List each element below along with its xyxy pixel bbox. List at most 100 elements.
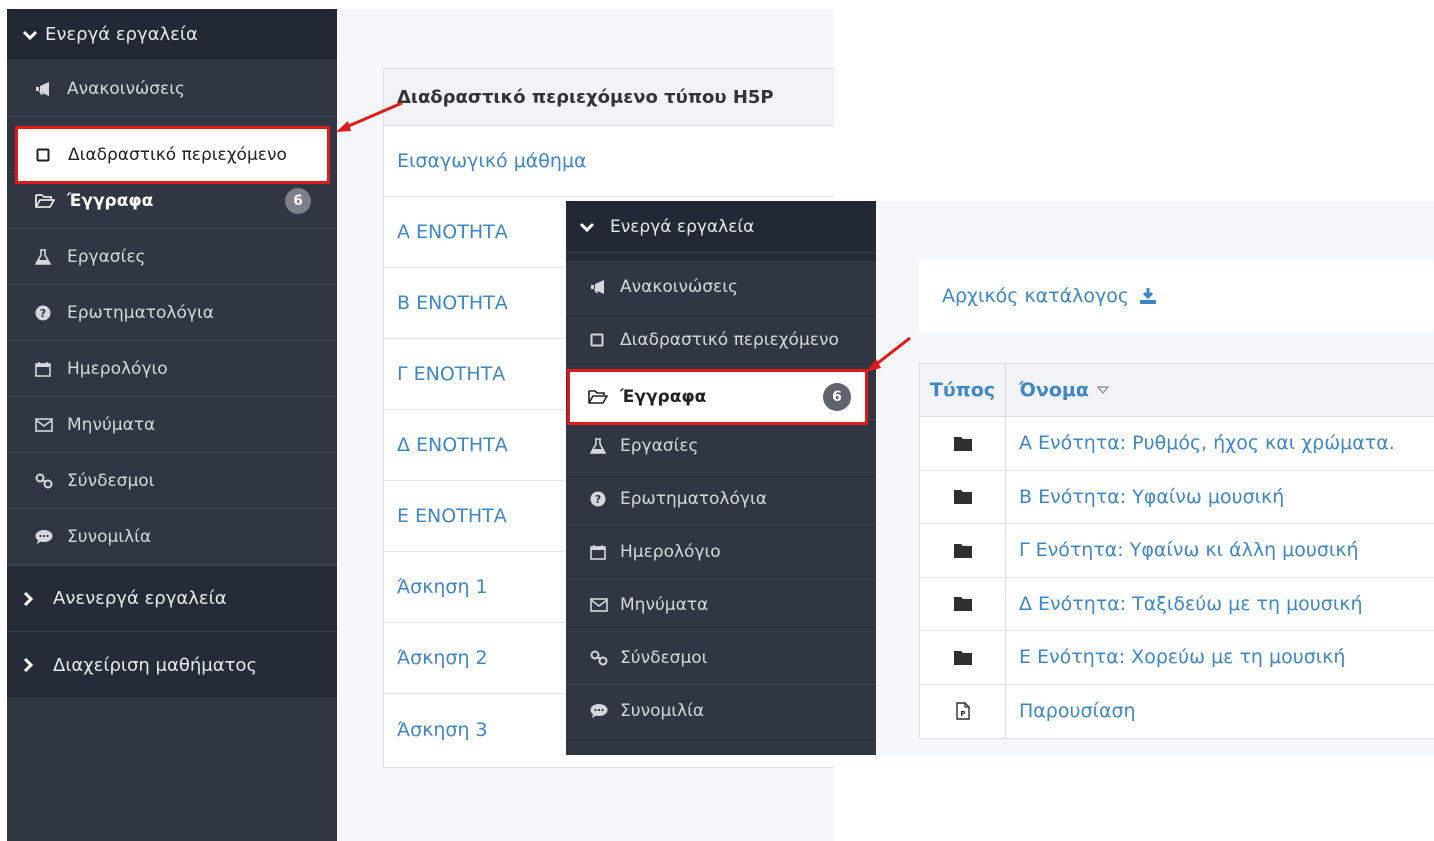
sidebar-item-label: Συνομιλία [67, 526, 152, 547]
h5p-table-header: Διαδραστικό περιεχόμενο τύπου H5P [384, 69, 834, 126]
documents-table: Τύπος Όνομα Α Ενότητα: Ρυθμός, ήχος και … [919, 363, 1434, 739]
folder-icon [920, 577, 1006, 630]
chevron-right-icon [23, 591, 53, 606]
sidebar-item-label: Μηνύματα [620, 595, 709, 615]
sidebar-item-interactive-content[interactable]: Διαδραστικό περιεχόμενο [15, 126, 330, 184]
sidebar-item-questionnaires[interactable]: ? Ερωτηματολόγια [7, 285, 337, 341]
document-name[interactable]: Α Ενότητα: Ρυθμός, ήχος και χρώματα. [1006, 417, 1434, 470]
sidebar-item-label: Ερωτηματολόγια [67, 302, 214, 323]
bullhorn-icon [590, 280, 620, 294]
svg-text:?: ? [40, 307, 46, 320]
document-row[interactable]: P Παρουσίαση [920, 684, 1434, 739]
sidebar-item-label: Ερωτηματολόγια [620, 489, 767, 509]
sidebar-item-chat[interactable]: Συνομιλία [7, 509, 337, 565]
sidebar-item-label: Ανακοινώσεις [620, 277, 738, 297]
sidebar-item-label: Συνομιλία [620, 701, 705, 721]
flask-icon [590, 438, 620, 454]
question-circle-icon: ? [35, 305, 67, 321]
sidebar-item-label: Ημερολόγιο [620, 542, 721, 562]
course-admin-label: Διαχείριση μαθήματος [53, 654, 258, 676]
active-tools-label: Ενεργά εργαλεία [45, 24, 198, 45]
svg-text:P: P [960, 710, 965, 718]
sidebar-item-calendar[interactable]: Ημερολόγιο [566, 526, 876, 579]
sidebar-item-label: Σύνδεσμοι [67, 470, 155, 491]
question-circle-icon: ? [590, 491, 620, 507]
sidebar-item-label: Διαδραστικό περιεχόμενο [620, 330, 839, 350]
annotation-arrow-1 [336, 101, 403, 132]
sidebar-item-label: Μηνύματα [67, 414, 156, 435]
envelope-icon [590, 598, 620, 612]
screenshot-root: Ενεργά εργαλεία Ανακοινώσεις Έγγραφα 6 Ε… [0, 0, 1434, 841]
sidebar-item-label: Διαδραστικό περιεχόμενο [68, 145, 287, 165]
document-name[interactable]: Ε Ενότητα: Χορεύω με τη μουσική [1006, 631, 1434, 684]
sidebar-item-chat[interactable]: Συνομιλία [566, 685, 876, 738]
comment-icon [35, 529, 67, 545]
col-name-label: Όνομα [1019, 379, 1089, 401]
chevron-down-icon [23, 30, 45, 40]
documents-table-header: Τύπος Όνομα [920, 364, 1434, 417]
sidebar-item-interactive-content[interactable]: Διαδραστικό περιεχόμενο [566, 314, 876, 367]
document-row[interactable]: Δ Ενότητα: Ταξιδεύω με τη μουσική [920, 577, 1434, 631]
sidebar-item-assignments[interactable]: Εργασίες [7, 229, 337, 285]
powerpoint-file-icon: P [920, 684, 1006, 738]
folder-open-icon [35, 193, 67, 208]
course-admin-section[interactable]: Διαχείριση μαθήματος [7, 632, 337, 699]
documents-count-badge: 6 [285, 187, 311, 214]
documents-count-badge: 6 [823, 383, 851, 411]
folder-open-icon [588, 390, 620, 404]
link-icon [590, 650, 620, 666]
document-row[interactable]: Ε Ενότητα: Χορεύω με τη μουσική [920, 631, 1434, 685]
annotation-arrow-2 [866, 336, 911, 372]
inactive-tools-section[interactable]: Ανενεργά εργαλεία [7, 565, 337, 632]
sidebar-item-label: Σύνδεσμοι [620, 648, 708, 668]
square-icon [36, 148, 68, 162]
sidebar-item-questionnaires[interactable]: ? Ερωτηματολόγια [566, 473, 876, 526]
sidebar-item-label: Έγγραφα [67, 190, 154, 211]
sidebar-item-label: Ημερολόγιο [67, 358, 168, 379]
envelope-icon [35, 417, 67, 432]
document-row[interactable]: Β Ενότητα: Υφαίνω μουσική [920, 470, 1434, 524]
sidebar-item-announcements[interactable]: Ανακοινώσεις [566, 261, 876, 314]
active-tools-header[interactable]: Ενεργά εργαλεία [7, 9, 337, 61]
sidebar-item-messages[interactable]: Μηνύματα [566, 579, 876, 632]
folder-icon [920, 524, 1006, 577]
download-icon[interactable] [1139, 287, 1157, 305]
sidebar-zoomed: Ενεργά εργαλεία Ανακοινώσεις Διαδραστικό… [566, 201, 876, 755]
folder-icon [920, 470, 1006, 523]
header-spacer [566, 253, 876, 261]
sidebar-item-links[interactable]: Σύνδεσμοι [566, 632, 876, 685]
bullhorn-icon [35, 81, 67, 96]
sidebar-item-messages[interactable]: Μηνύματα [7, 397, 337, 453]
sidebar-item-label: Ανακοινώσεις [67, 78, 185, 99]
chevron-down-icon [580, 222, 610, 232]
calendar-icon [35, 361, 67, 377]
active-tools-header[interactable]: Ενεργά εργαλεία [566, 201, 876, 253]
svg-text:?: ? [595, 493, 601, 506]
document-name[interactable]: Β Ενότητα: Υφαίνω μουσική [1006, 471, 1434, 524]
document-row[interactable]: Γ Ενότητα: Υφαίνω κι άλλη μουσική [920, 524, 1434, 578]
document-name[interactable]: Παρουσίαση [1006, 685, 1434, 739]
comment-icon [590, 703, 620, 719]
sidebar-item-calendar[interactable]: Ημερολόγιο [7, 341, 337, 397]
square-icon [590, 333, 620, 347]
sidebar-item-assignments[interactable]: Εργασίες [566, 420, 876, 473]
active-tools-label: Ενεργά εργαλεία [610, 216, 755, 237]
col-type-header[interactable]: Τύπος [920, 364, 1006, 416]
flask-icon [35, 248, 67, 265]
sidebar-item-label: Εργασίες [67, 246, 146, 267]
sidebar-item-announcements[interactable]: Ανακοινώσεις [7, 61, 337, 117]
folder-icon [920, 631, 1006, 684]
document-row[interactable]: Α Ενότητα: Ρυθμός, ήχος και χρώματα. [920, 417, 1434, 471]
chevron-right-icon [23, 658, 53, 672]
document-name[interactable]: Δ Ενότητα: Ταξιδεύω με τη μουσική [1006, 578, 1434, 631]
link-icon [35, 473, 67, 489]
sidebar-item-links[interactable]: Σύνδεσμοι [7, 453, 337, 509]
document-name[interactable]: Γ Ενότητα: Υφαίνω κι άλλη μουσική [1006, 524, 1434, 577]
root-directory-bar[interactable]: Αρχικός κατάλογος [919, 259, 1434, 333]
sort-caret-icon [1096, 386, 1109, 394]
col-name-header[interactable]: Όνομα [1006, 364, 1434, 416]
folder-icon [920, 417, 1006, 470]
h5p-row[interactable]: Εισαγωγικό μάθημα [384, 126, 834, 197]
sidebar-item-documents[interactable]: Έγγραφα 6 [567, 369, 868, 425]
calendar-icon [590, 544, 620, 560]
